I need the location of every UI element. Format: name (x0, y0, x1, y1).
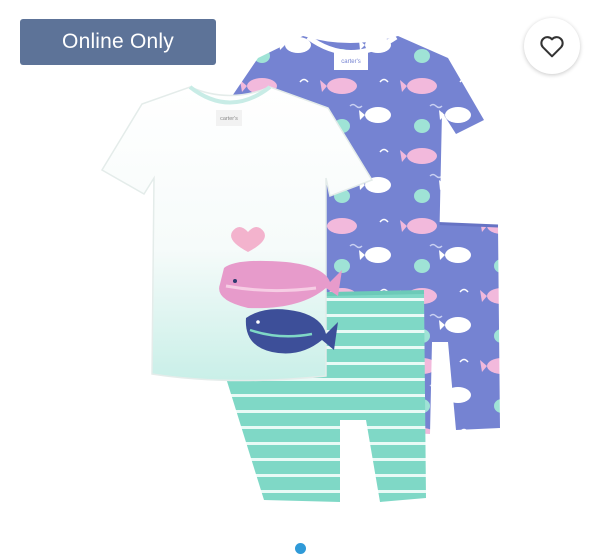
svg-text:carter's: carter's (341, 59, 360, 65)
product-image: carter's carter's (100, 34, 500, 502)
online-only-badge: Online Only (20, 19, 216, 65)
carousel-pagination (0, 540, 600, 556)
svg-text:carter's: carter's (220, 116, 238, 122)
badge-label: Online Only (62, 30, 174, 53)
favorite-button[interactable] (524, 18, 580, 74)
heart-outline-icon (540, 36, 564, 58)
carousel-dot-active[interactable] (294, 542, 306, 554)
